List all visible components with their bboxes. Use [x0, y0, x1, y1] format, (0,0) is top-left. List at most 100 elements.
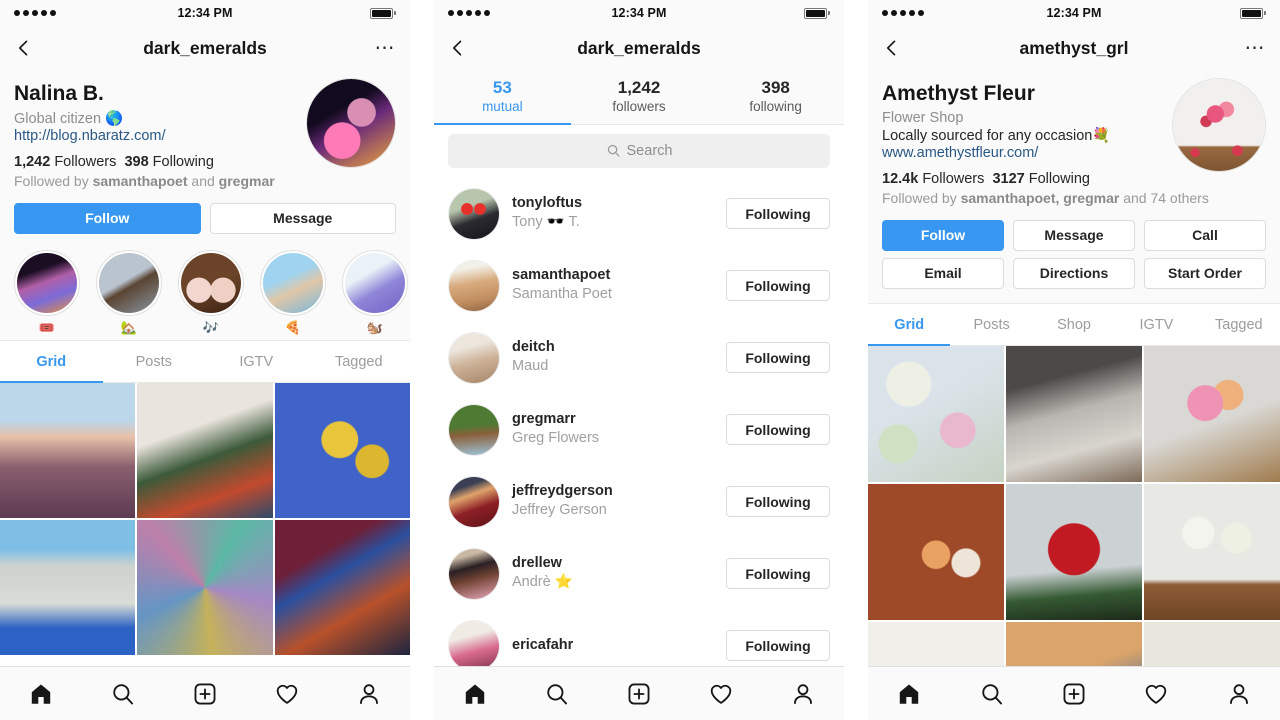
grid-photo[interactable] [1144, 345, 1280, 482]
followers-count[interactable]: 1,242 [14, 154, 50, 170]
story-highlights-row[interactable]: 🎟️ 🏡 🎶 🍕 🐿️ [0, 233, 410, 340]
nav-home[interactable] [868, 681, 950, 707]
profile-scroll-area[interactable]: Nalina B. Global citizen 🌎 http://blog.n… [0, 70, 410, 720]
tab-followers[interactable]: 1,242 followers [571, 70, 708, 125]
following-button[interactable]: Following [726, 486, 830, 518]
avatar[interactable] [448, 547, 500, 600]
story-highlight[interactable]: 🎟️ [14, 249, 80, 334]
tab-igtv[interactable]: IGTV [1115, 304, 1197, 346]
back-button[interactable] [14, 36, 38, 60]
tab-posts[interactable]: Posts [950, 304, 1032, 346]
list-item[interactable]: deitch Maud Following [434, 322, 844, 394]
followed-by-names[interactable]: samanthapoet, gregmar [961, 190, 1120, 206]
tab-posts[interactable]: Posts [103, 341, 206, 383]
following-count[interactable]: 398 [124, 154, 148, 170]
nav-add-post[interactable] [598, 681, 680, 707]
grid-photo[interactable] [274, 520, 410, 656]
grid-photo[interactable] [274, 382, 410, 519]
avatar[interactable] [448, 403, 500, 456]
user-list: tonyloftus Tony 🕶️ T. Following samantha… [434, 177, 844, 682]
username[interactable]: deitch [512, 338, 714, 357]
nav-activity[interactable] [680, 681, 762, 707]
story-highlight[interactable]: 🐿️ [342, 249, 408, 334]
story-highlight[interactable]: 🍕 [260, 249, 326, 334]
avatar[interactable] [306, 78, 396, 168]
tab-grid[interactable]: Grid [0, 341, 103, 383]
list-item[interactable]: gregmarr Greg Flowers Following [434, 394, 844, 466]
avatar[interactable] [448, 259, 500, 312]
list-item[interactable]: samanthapoet Samantha Poet Following [434, 250, 844, 322]
nav-home[interactable] [0, 681, 82, 707]
following-button[interactable]: Following [726, 198, 830, 230]
following-button[interactable]: Following [726, 270, 830, 302]
story-highlight[interactable]: 🎶 [178, 249, 244, 334]
followers-count[interactable]: 12.4k [882, 171, 918, 187]
tab-following[interactable]: 398 following [707, 70, 844, 125]
grid-photo[interactable] [868, 483, 1004, 620]
nav-search[interactable] [82, 681, 164, 707]
username[interactable]: drellew [512, 554, 714, 573]
call-button[interactable]: Call [1144, 219, 1266, 251]
username[interactable]: ericafahr [512, 636, 714, 655]
back-button[interactable] [882, 36, 906, 60]
follow-button[interactable]: Follow [882, 219, 1004, 251]
following-button[interactable]: Following [726, 630, 830, 662]
followed-by-name-1[interactable]: samanthapoet [93, 173, 188, 189]
nav-profile[interactable] [1198, 681, 1280, 707]
list-item[interactable]: jeffreydgerson Jeffrey Gerson Following [434, 466, 844, 538]
following-button[interactable]: Following [726, 414, 830, 446]
username[interactable]: gregmarr [512, 410, 714, 429]
profile-scroll-area[interactable]: Amethyst Fleur Flower Shop Locally sourc… [868, 70, 1280, 720]
avatar[interactable] [448, 331, 500, 384]
nav-search[interactable] [516, 681, 598, 707]
following-button[interactable]: Following [726, 342, 830, 374]
list-item[interactable]: tonyloftus Tony 🕶️ T. Following [434, 178, 844, 250]
story-highlight[interactable]: 🏡 [96, 249, 162, 334]
username[interactable]: jeffreydgerson [512, 482, 714, 501]
nav-activity[interactable] [1115, 681, 1197, 707]
grid-photo[interactable] [1006, 345, 1142, 482]
nav-add-post[interactable] [164, 681, 246, 707]
back-button[interactable] [448, 36, 472, 60]
nav-home[interactable] [434, 681, 516, 707]
nav-search[interactable] [950, 681, 1032, 707]
username[interactable]: tonyloftus [512, 194, 714, 213]
directions-button[interactable]: Directions [1013, 257, 1135, 289]
avatar[interactable] [448, 619, 500, 672]
search-input[interactable]: Search [448, 133, 830, 168]
tab-igtv[interactable]: IGTV [205, 341, 308, 383]
nav-profile[interactable] [328, 681, 410, 707]
message-button[interactable]: Message [1013, 219, 1135, 251]
avatar[interactable] [1172, 78, 1266, 172]
following-count[interactable]: 3127 [992, 171, 1024, 187]
nav-activity[interactable] [246, 681, 328, 707]
followers-scroll-area[interactable]: Search tonyloftus Tony 🕶️ T. Following s… [434, 124, 844, 720]
nav-add-post[interactable] [1033, 681, 1115, 707]
more-options-button[interactable]: ⋯ [375, 38, 397, 58]
grid-photo[interactable] [1144, 483, 1280, 620]
followed-by-name-2[interactable]: gregmar [219, 173, 275, 189]
tab-shop[interactable]: Shop [1033, 304, 1115, 346]
following-button[interactable]: Following [726, 558, 830, 590]
start-order-button[interactable]: Start Order [1144, 257, 1266, 289]
tab-tagged[interactable]: Tagged [1198, 304, 1280, 346]
message-button[interactable]: Message [209, 202, 396, 234]
nav-profile[interactable] [762, 681, 844, 707]
grid-photo[interactable] [137, 382, 273, 519]
grid-photo[interactable] [1006, 483, 1142, 620]
tab-tagged[interactable]: Tagged [308, 341, 411, 383]
list-item[interactable]: drellew Andrè ⭐ Following [434, 538, 844, 610]
grid-photo[interactable] [0, 382, 136, 519]
avatar[interactable] [448, 475, 500, 528]
avatar[interactable] [448, 187, 500, 240]
more-options-button[interactable]: ⋯ [1245, 38, 1267, 58]
grid-photo[interactable] [868, 345, 1004, 482]
followed-by-suffix[interactable]: and 74 others [1119, 190, 1209, 206]
tab-grid[interactable]: Grid [868, 304, 951, 346]
grid-photo[interactable] [137, 520, 273, 656]
email-button[interactable]: Email [882, 257, 1004, 289]
follow-button[interactable]: Follow [14, 202, 201, 234]
tab-mutual[interactable]: 53 mutual [434, 70, 571, 125]
grid-photo[interactable] [0, 520, 136, 656]
username[interactable]: samanthapoet [512, 266, 714, 285]
